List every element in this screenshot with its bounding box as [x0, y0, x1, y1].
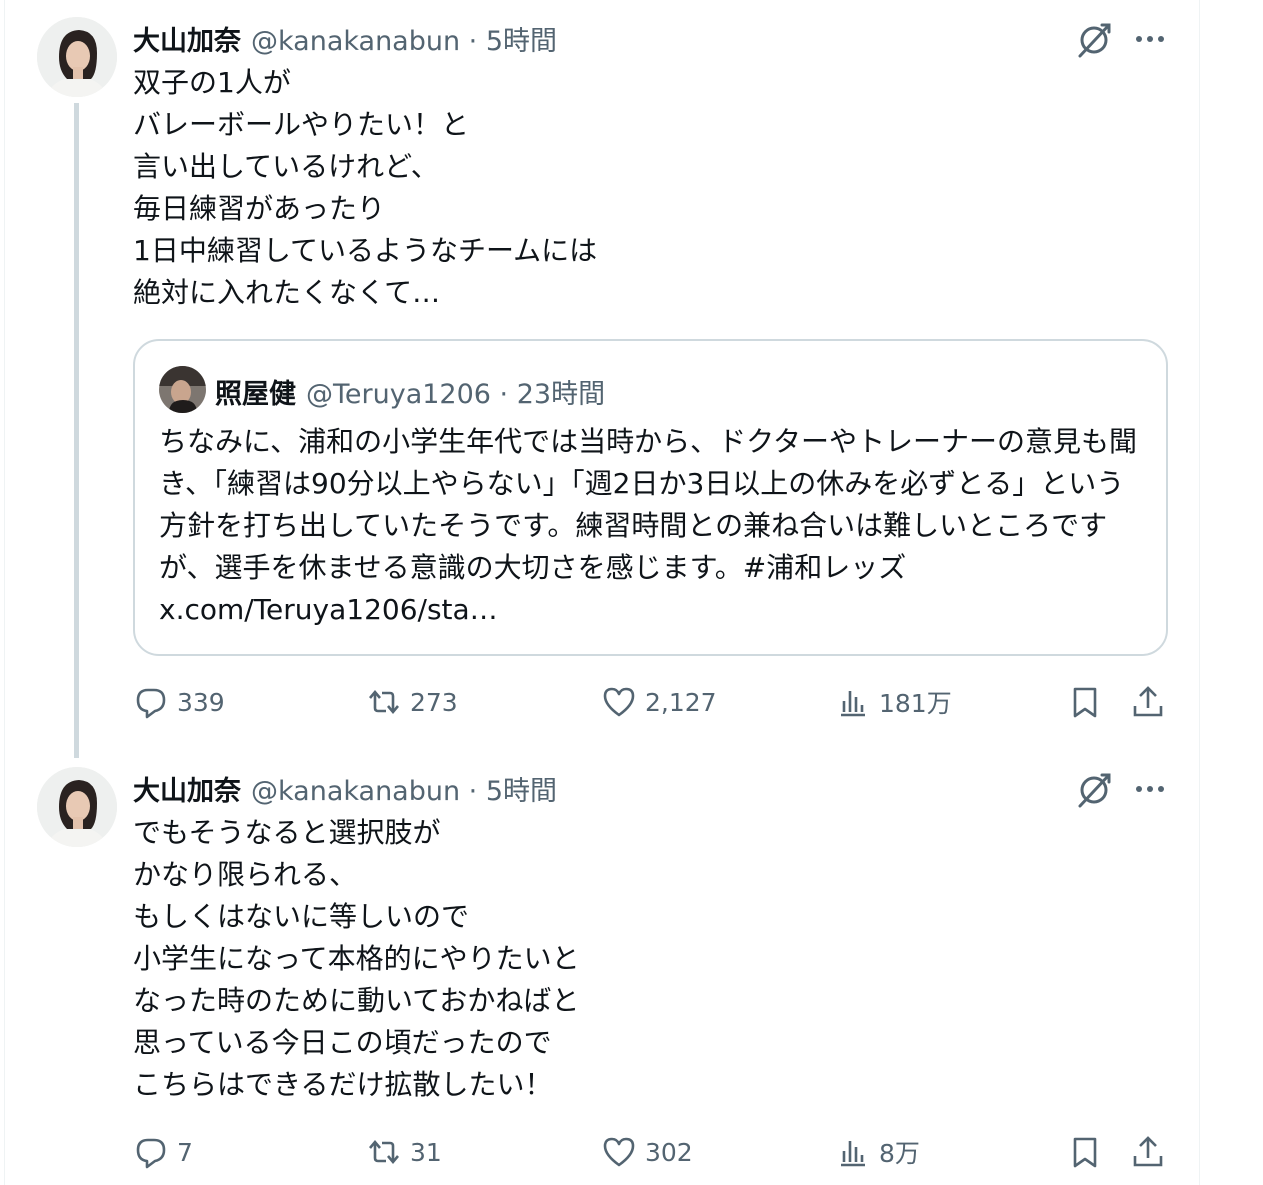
- handle-time[interactable]: @kanakanabun · 5時間: [251, 19, 557, 58]
- heart-icon: [603, 687, 635, 717]
- post-text: 双子の1人が バレーボールやりたい！と 言い出しているけれど、 毎日練習があった…: [133, 66, 598, 309]
- share-icon: [1133, 1136, 1163, 1167]
- views-button[interactable]: 8万: [835, 1128, 920, 1176]
- views-count: 8万: [879, 1139, 920, 1168]
- post-header: 大山加奈 @kanakanabun · 5時間: [133, 769, 557, 808]
- post-text: でもそうなると選択肢が かなり限られる、 もしくはないに等しいので 小学生になっ…: [133, 816, 580, 1101]
- views-count: 181万: [879, 689, 952, 718]
- quoted-handle-time: @Teruya1206 · 23時間: [306, 378, 606, 410]
- share-icon: [1133, 686, 1163, 717]
- share-button[interactable]: [1130, 678, 1166, 726]
- repost-count: 273: [410, 687, 458, 717]
- like-button[interactable]: 302: [601, 1128, 693, 1176]
- grok-icon[interactable]: [1072, 768, 1116, 812]
- bookmark-button[interactable]: [1067, 1128, 1103, 1176]
- display-name[interactable]: 大山加奈: [133, 769, 241, 808]
- repost-icon: [369, 689, 399, 715]
- post[interactable]: 大山加奈 @kanakanabun · 5時間 でもそうなると選択肢が かなり限…: [0, 750, 1263, 1185]
- views-button[interactable]: 181万: [835, 678, 952, 726]
- post[interactable]: 大山加奈 @kanakanabun · 5時間 双子の1人が バレーボールやりた…: [0, 0, 1263, 758]
- quoted-display-name: 照屋健: [215, 378, 296, 410]
- avatar[interactable]: [37, 767, 117, 847]
- quoted-avatar: [159, 366, 206, 413]
- quoted-header: 照屋健 @Teruya1206 · 23時間: [215, 373, 606, 410]
- bookmark-icon: [1073, 687, 1097, 718]
- repost-button[interactable]: 273: [366, 678, 458, 726]
- thread-line: [74, 103, 79, 758]
- quoted-text: ちなみに、浦和の小学生年代では当時から、ドクターやトレーナーの意見も聞き、「練習…: [159, 425, 1138, 626]
- post-header: 大山加奈 @kanakanabun · 5時間: [133, 19, 557, 58]
- display-name[interactable]: 大山加奈: [133, 19, 241, 58]
- like-button[interactable]: 2,127: [601, 678, 717, 726]
- repost-icon: [369, 1139, 399, 1165]
- reply-icon: [136, 1138, 166, 1169]
- heart-icon: [603, 1137, 635, 1167]
- avatar[interactable]: [37, 17, 117, 97]
- bookmark-icon: [1073, 1137, 1097, 1168]
- action-bar: 339 273 2,127 181万: [133, 678, 1173, 726]
- reply-icon: [136, 688, 166, 719]
- reply-button[interactable]: 339: [133, 678, 225, 726]
- more-icon[interactable]: [1129, 20, 1171, 58]
- action-bar: 7 31 302 8万: [133, 1128, 1173, 1176]
- grok-icon[interactable]: [1072, 18, 1116, 62]
- like-count: 2,127: [645, 687, 717, 717]
- share-button[interactable]: [1130, 1128, 1166, 1176]
- repost-count: 31: [410, 1137, 442, 1167]
- reply-count: 339: [177, 687, 225, 717]
- repost-button[interactable]: 31: [366, 1128, 442, 1176]
- reply-count: 7: [177, 1137, 193, 1167]
- views-icon: [841, 691, 865, 717]
- bookmark-button[interactable]: [1067, 678, 1103, 726]
- views-icon: [841, 1141, 865, 1167]
- like-count: 302: [645, 1137, 693, 1167]
- reply-button[interactable]: 7: [133, 1128, 193, 1176]
- quoted-post[interactable]: 照屋健 @Teruya1206 · 23時間 ちなみに、浦和の小学生年代では当時…: [133, 339, 1168, 656]
- more-icon[interactable]: [1129, 770, 1171, 808]
- handle-time[interactable]: @kanakanabun · 5時間: [251, 769, 557, 808]
